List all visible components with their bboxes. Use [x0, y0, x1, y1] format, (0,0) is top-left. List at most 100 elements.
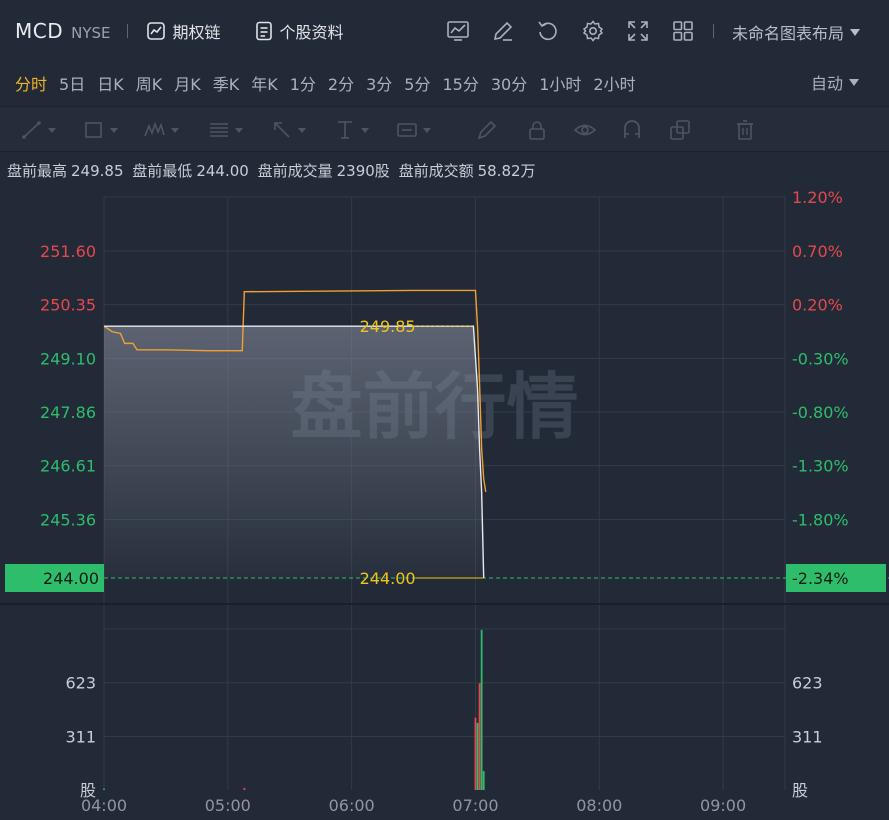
fib-tool-button[interactable] — [207, 118, 243, 142]
time-tick-label: 09:00 — [700, 796, 746, 815]
label-tool-button[interactable] — [395, 118, 431, 142]
option-chain-label: 期权链 — [172, 23, 221, 42]
period-tab[interactable]: 季K — [213, 71, 240, 95]
divider — [713, 24, 714, 38]
chevron-down-icon — [110, 127, 118, 133]
premarket-amount-label: 盘前成交额 — [398, 162, 474, 180]
price-tick-label: 246.61 — [40, 457, 96, 476]
chevron-down-icon — [361, 127, 369, 133]
volume-tick-label: 623 — [65, 674, 96, 693]
magnet-button[interactable] — [620, 118, 656, 142]
volume-bar — [243, 787, 246, 790]
option-chain-link[interactable]: 期权链 — [146, 19, 221, 43]
exchange-name: NYSE — [71, 23, 111, 42]
grid-layout-icon[interactable] — [669, 17, 697, 45]
period-tab[interactable]: 5分 — [404, 71, 430, 95]
chevron-down-icon — [850, 28, 861, 36]
premarket-high-label: 盘前最高 — [7, 162, 68, 180]
settings-icon[interactable] — [579, 17, 607, 45]
volume-bar — [482, 771, 485, 790]
toolbar-icons — [444, 17, 714, 45]
percent-tick-label: -1.30% — [792, 457, 849, 476]
eye-button[interactable] — [573, 118, 609, 142]
period-tab[interactable]: 5日 — [59, 71, 85, 95]
time-tick-label: 06:00 — [329, 796, 375, 815]
time-tick-label: 08:00 — [576, 796, 622, 815]
ticker-symbol: MCD — [15, 19, 64, 43]
period-tabs: 分时 5日 日K 周K 月K 季K 年K 1分 2分 3分 5分 15分 30分 1小时 2小时 — [0, 62, 889, 104]
period-tab[interactable]: 月K — [174, 71, 201, 95]
period-tab[interactable]: 2小时 — [593, 71, 635, 95]
brush-button[interactable] — [475, 118, 511, 142]
stock-profile-label: 个股资料 — [279, 23, 344, 42]
volume-bar — [476, 722, 479, 790]
period-tab[interactable]: 日K — [97, 71, 124, 95]
period-tab[interactable]: 30分 — [491, 71, 527, 95]
wave-tool-button[interactable] — [143, 118, 179, 142]
price-tick-label: 247.86 — [40, 403, 96, 422]
chevron-down-icon — [235, 127, 243, 133]
time-tick-label: 07:00 — [452, 796, 498, 815]
volume-unit-label: 股 — [792, 781, 808, 800]
chevron-down-icon — [48, 127, 56, 133]
line-tool-icon — [22, 121, 41, 139]
premarket-volume-label: 盘前成交量 — [257, 162, 333, 180]
volume-tick-label: 311 — [65, 727, 96, 746]
period-tab[interactable]: 年K — [251, 71, 278, 95]
period-tab[interactable]: 3分 — [366, 71, 392, 95]
chart-area[interactable]: 盘前行情249.85244.00251.60250.35249.10247.86… — [0, 184, 889, 820]
document-icon — [255, 21, 272, 41]
low-marker-label: 244.00 — [360, 569, 416, 588]
chevron-down-icon — [298, 127, 306, 133]
premarket-stats: 盘前最高 249.85 盘前最低 244.00 盘前成交量 2390股 盘前成交额 58… — [7, 160, 540, 181]
price-tick-label: 251.60 — [40, 242, 96, 261]
arrow-tool-button[interactable] — [270, 118, 306, 142]
period-tab[interactable]: 1小时 — [539, 71, 581, 95]
volume-bar — [474, 717, 477, 790]
premarket-high-value: 249.85 — [71, 162, 124, 180]
volume-tick-label: 623 — [792, 674, 823, 693]
price-area-fill — [104, 326, 484, 578]
current-price-badge-label: 244.00 — [43, 569, 99, 588]
auto-scale-label: 自动 — [810, 74, 843, 93]
current-percent-badge-label: -2.34% — [792, 569, 849, 588]
drawing-toolbar — [0, 106, 889, 152]
period-tab[interactable]: 1分 — [290, 71, 316, 95]
premarket-low-value: 244.00 — [196, 162, 249, 180]
arrow-tool-icon — [274, 122, 290, 138]
divider — [126, 24, 128, 38]
volume-tick-label: 311 — [792, 727, 823, 746]
period-tab[interactable]: 分时 — [15, 71, 47, 95]
trash-button[interactable] — [733, 118, 769, 142]
edit-icon[interactable] — [489, 17, 517, 45]
volume-bar — [480, 629, 483, 790]
volume-bar — [103, 788, 105, 790]
percent-tick-label: -1.80% — [792, 510, 849, 529]
rectangle-tool-icon — [85, 122, 102, 138]
fullscreen-icon[interactable] — [624, 17, 652, 45]
intraday-chart[interactable]: 盘前行情249.85244.00251.60250.35249.10247.86… — [0, 184, 889, 820]
period-tab[interactable]: 2分 — [328, 71, 354, 95]
percent-tick-label: 0.70% — [792, 242, 843, 261]
copy-button[interactable] — [668, 118, 704, 142]
line-tool-button[interactable] — [20, 118, 56, 142]
magnet-icon — [624, 120, 640, 138]
layout-selector[interactable]: 未命名图表布局 — [732, 20, 861, 44]
lock-button[interactable] — [525, 118, 561, 142]
chevron-down-icon — [423, 127, 431, 133]
auto-scale-selector[interactable]: 自动 — [811, 70, 859, 94]
chevron-down-icon — [171, 127, 179, 133]
premarket-amount-value: 58.82万 — [477, 162, 536, 180]
fib-tool-icon — [210, 123, 228, 137]
wave-tool-icon — [144, 121, 165, 137]
percent-tick-label: 1.20% — [792, 188, 843, 207]
price-tick-label: 245.36 — [40, 510, 96, 529]
indicator-icon[interactable] — [444, 17, 472, 45]
refresh-icon[interactable] — [534, 17, 562, 45]
rectangle-tool-button[interactable] — [82, 118, 118, 142]
period-tab[interactable]: 周K — [136, 71, 163, 95]
period-tab[interactable]: 15分 — [442, 71, 478, 95]
text-marker-button[interactable] — [333, 118, 369, 142]
time-tick-label: 04:00 — [81, 796, 127, 815]
stock-profile-link[interactable]: 个股资料 — [255, 19, 344, 43]
